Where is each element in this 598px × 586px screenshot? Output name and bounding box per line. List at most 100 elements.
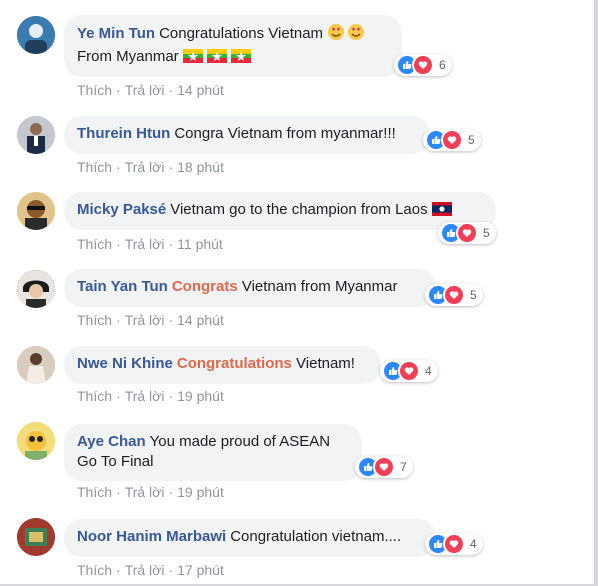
reactions-summary[interactable]: 5 — [438, 222, 496, 244]
avatar[interactable] — [17, 518, 55, 556]
avatar[interactable] — [17, 192, 55, 230]
timestamp-link[interactable]: 19 phút — [177, 484, 224, 500]
heart-eyes-emoji-icon — [327, 23, 347, 47]
myanmar-flag-icon — [231, 49, 252, 69]
reaction-count: 4 — [470, 537, 477, 551]
like-link[interactable]: Thích — [77, 562, 112, 578]
avatar[interactable] — [17, 270, 55, 308]
separator: · — [168, 562, 174, 578]
author-name[interactable]: Nwe Ni Khine — [77, 355, 173, 372]
like-link[interactable]: Thích — [77, 236, 112, 252]
heart-eyes-emoji-icon — [347, 23, 367, 47]
avatar[interactable] — [17, 422, 55, 460]
scrollbar-edge — [594, 0, 598, 586]
love-reaction-icon — [373, 456, 395, 478]
author-name[interactable]: Aye Chan — [77, 433, 146, 450]
comment-text: You made proud of ASEAN — [149, 433, 331, 450]
comment-bubble: Micky Paksé Vietnam go to the champion fr… — [64, 192, 496, 230]
reply-link[interactable]: Trả lời — [125, 484, 165, 500]
comment-actions: Thích · Trả lời · 18 phút — [77, 159, 224, 175]
separator: · — [116, 236, 121, 252]
reactions-summary[interactable]: 6 — [394, 54, 452, 76]
comment-text: Vietnam! — [296, 355, 355, 372]
reply-link[interactable]: Trả lời — [125, 388, 165, 404]
reactions-summary[interactable]: 5 — [423, 129, 481, 151]
separator: · — [116, 562, 121, 578]
avatar-image — [17, 270, 55, 308]
avatar[interactable] — [17, 346, 55, 384]
reply-link[interactable]: Trả lời — [125, 159, 165, 175]
timestamp-link[interactable]: 14 phút — [177, 312, 224, 328]
avatar-image — [17, 192, 55, 230]
separator: · — [116, 82, 121, 98]
comment-bubble: Ye Min Tun Congratulations Vietnam From M… — [64, 15, 402, 77]
myanmar-flag-icon — [207, 49, 228, 69]
author-name[interactable]: Micky Paksé — [77, 201, 166, 218]
highlighted-word: Congratulations — [176, 355, 292, 372]
timestamp-link[interactable]: 14 phút — [177, 82, 224, 98]
reaction-count: 5 — [470, 288, 477, 302]
highlighted-word: Congrats — [171, 278, 238, 295]
reply-link[interactable]: Trả lời — [125, 562, 165, 578]
separator: · — [168, 82, 174, 98]
separator: · — [116, 484, 121, 500]
comment-actions: Thích · Trả lời · 11 phút — [77, 236, 223, 252]
comment-text: Congra Vietnam from myanmar!!! — [174, 125, 396, 142]
author-name[interactable]: Ye Min Tun — [77, 25, 155, 42]
avatar-image — [17, 518, 55, 556]
like-link[interactable]: Thích — [77, 484, 112, 500]
reaction-count: 5 — [483, 226, 490, 240]
reaction-count: 7 — [400, 460, 407, 474]
comment-text: Vietnam from Myanmar — [241, 278, 398, 295]
avatar-image — [17, 116, 55, 154]
comment-actions: Thích · Trả lời · 14 phút — [77, 312, 224, 328]
love-reaction-icon — [441, 129, 463, 151]
timestamp-link[interactable]: 18 phút — [177, 159, 224, 175]
separator: · — [116, 159, 121, 175]
separator: · — [168, 236, 174, 252]
reactions-summary[interactable]: 5 — [425, 284, 483, 306]
reply-link[interactable]: Trả lời — [125, 312, 165, 328]
reactions-summary[interactable]: 7 — [355, 456, 413, 478]
comment-actions: Thích · Trả lời · 14 phút — [77, 82, 224, 98]
author-name[interactable]: Noor Hanim Marbawi — [77, 528, 226, 545]
love-reaction-icon — [412, 54, 434, 76]
comment-actions: Thích · Trả lời · 19 phút — [77, 388, 224, 404]
separator: · — [168, 388, 174, 404]
separator: · — [116, 312, 121, 328]
author-name[interactable]: Thurein Htun — [77, 125, 170, 142]
comment-bubble: Aye Chan You made proud of ASEAN Go To Fi… — [64, 424, 362, 481]
like-link[interactable]: Thích — [77, 82, 112, 98]
reaction-count: 6 — [439, 58, 446, 72]
laos-flag-icon — [431, 202, 452, 222]
reaction-count: 4 — [425, 364, 432, 378]
timestamp-link[interactable]: 17 phút — [177, 562, 224, 578]
comment-text: Vietnam go to the champion from Laos — [170, 201, 428, 218]
reply-link[interactable]: Trả lời — [125, 236, 165, 252]
timestamp-link[interactable]: 11 phút — [177, 236, 223, 252]
separator: · — [168, 484, 174, 500]
separator: · — [116, 388, 121, 404]
comment-bubble: Nwe Ni Khine Congratulations Vietnam! — [64, 346, 381, 384]
comment-text-line2: From Myanmar — [77, 48, 179, 65]
comment-bubble: Thurein Htun Congra Vietnam from myanmar!… — [64, 116, 430, 154]
timestamp-link[interactable]: 19 phút — [177, 388, 224, 404]
reaction-count: 5 — [468, 133, 475, 147]
avatar[interactable] — [17, 116, 55, 154]
comment-actions: Thích · Trả lời · 19 phút — [77, 484, 224, 500]
avatar[interactable] — [17, 16, 55, 54]
like-link[interactable]: Thích — [77, 388, 112, 404]
author-name[interactable]: Tain Yan Tun — [77, 278, 168, 295]
reactions-summary[interactable]: 4 — [380, 360, 438, 382]
like-link[interactable]: Thích — [77, 312, 112, 328]
comment-actions: Thích · Trả lời · 17 phút — [77, 562, 224, 578]
like-link[interactable]: Thích — [77, 159, 112, 175]
love-reaction-icon — [443, 533, 465, 555]
reactions-summary[interactable]: 4 — [425, 533, 483, 555]
reply-link[interactable]: Trả lời — [125, 82, 165, 98]
avatar-image — [17, 422, 55, 460]
avatar-image — [17, 16, 55, 54]
comment-bubble: Noor Hanim Marbawi Congratulation vietnam… — [64, 519, 436, 557]
love-reaction-icon — [443, 284, 465, 306]
love-reaction-icon — [398, 360, 420, 382]
